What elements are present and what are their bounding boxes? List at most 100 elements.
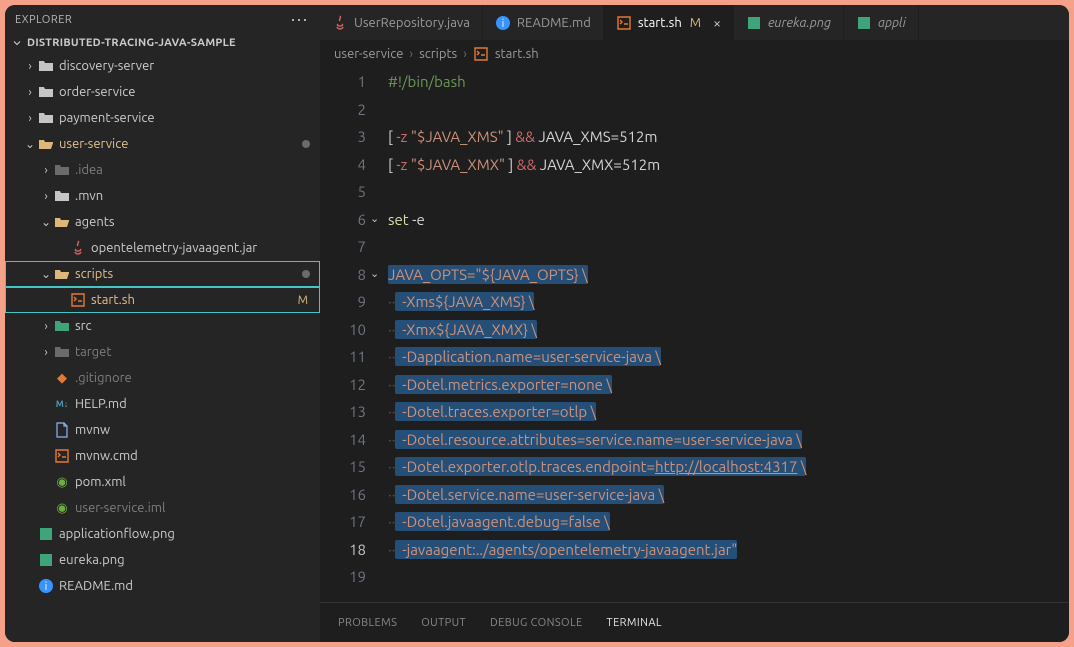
file-tree: › discovery-server › order-service › pay…: [5, 51, 320, 642]
tree-label: mvnw: [75, 423, 320, 437]
fold-icon[interactable]: ⌄: [370, 206, 379, 233]
explorer-title: EXPLORER: [15, 14, 72, 26]
bottom-panel-tabs: PROBLEMS OUTPUT DEBUG CONSOLE TERMINAL: [320, 602, 1069, 642]
jar-icon: [69, 240, 87, 256]
tree-file-start[interactable]: start.sh: [5, 287, 320, 313]
tree-label: HELP.md: [75, 397, 320, 411]
panel-tab-problems[interactable]: PROBLEMS: [338, 617, 397, 629]
folder-icon: [37, 110, 55, 126]
svg-text:i: i: [45, 581, 48, 593]
tree-file-iml[interactable]: ◉ user-service.iml: [5, 495, 320, 521]
tree-file-appflow[interactable]: applicationflow.png: [5, 521, 320, 547]
tree-label: agents: [75, 215, 320, 229]
tree-folder-user[interactable]: ⌄ user-service: [5, 131, 320, 157]
tree-folder-discovery[interactable]: › discovery-server: [5, 53, 320, 79]
folder-icon: [53, 162, 71, 178]
tab-eureka[interactable]: eureka.png: [734, 5, 844, 40]
shell-icon: [616, 15, 632, 31]
tree-label: README.md: [59, 579, 320, 593]
tree-file-gitignore[interactable]: ◆ .gitignore: [5, 365, 320, 391]
folder-open-icon: [53, 266, 71, 282]
tab-userrepo[interactable]: UserRepository.java: [320, 5, 483, 40]
tree-label: scripts: [75, 267, 302, 281]
tree-file-mvnwcmd[interactable]: mvnw.cmd: [5, 443, 320, 469]
project-name: DISTRIBUTED-TRACING-JAVA-SAMPLE: [27, 37, 236, 49]
crumb-segment[interactable]: scripts: [419, 47, 457, 61]
code-line: #!/bin/bash: [388, 73, 466, 90]
code-editor[interactable]: 1234567 891011121314 1516171819 #!/bin/b…: [320, 68, 1069, 602]
editor-tabs: UserRepository.java i README.md start.sh…: [320, 5, 1069, 40]
tree-folder-payment[interactable]: › payment-service: [5, 105, 320, 131]
tab-modified-badge: M: [690, 16, 701, 30]
markdown-icon: M↓: [53, 399, 71, 409]
tab-label: README.md: [517, 16, 591, 30]
iml-icon: ◉: [53, 501, 71, 516]
tree-folder-idea[interactable]: › .idea: [5, 157, 320, 183]
git-icon: ◆: [53, 371, 71, 386]
tree-file-help[interactable]: M↓ HELP.md: [5, 391, 320, 417]
fold-icon[interactable]: ⌄: [370, 261, 379, 288]
tree-label: src: [75, 319, 320, 333]
tree-label: .idea: [75, 163, 320, 177]
shell-icon: [69, 292, 87, 308]
shell-icon: [473, 46, 489, 62]
tab-readme[interactable]: i README.md: [483, 5, 604, 40]
folder-icon: [53, 344, 71, 360]
modified-dot-icon: [302, 140, 310, 148]
folder-open-icon: [37, 136, 55, 152]
tab-close-icon[interactable]: ×: [713, 15, 721, 31]
tree-file-pom[interactable]: ◉ pom.xml: [5, 469, 320, 495]
code-body[interactable]: #!/bin/bash [ -z "$JAVA_XMS" ] && JAVA_X…: [388, 68, 1069, 602]
tree-label: discovery-server: [59, 59, 320, 73]
tree-label: target: [75, 345, 320, 359]
tab-start[interactable]: start.sh M ×: [604, 5, 734, 40]
folder-icon: [37, 84, 55, 100]
folder-icon: [37, 58, 55, 74]
project-root[interactable]: DISTRIBUTED-TRACING-JAVA-SAMPLE: [5, 35, 320, 51]
java-icon: [332, 15, 348, 31]
panel-tab-debug[interactable]: DEBUG CONSOLE: [490, 617, 583, 629]
folder-icon: [53, 318, 71, 334]
tree-label: .mvn: [75, 189, 320, 203]
file-icon: [53, 422, 71, 438]
tree-label: opentelemetry-javaagent.jar: [91, 241, 320, 255]
modified-dot-icon: [302, 270, 310, 278]
folder-open-icon: [53, 214, 71, 230]
tree-folder-target[interactable]: › target: [5, 339, 320, 365]
crumb-segment[interactable]: user-service: [334, 47, 403, 61]
tree-label: order-service: [59, 85, 320, 99]
info-icon: i: [495, 15, 511, 31]
tree-folder-agents[interactable]: ⌄ agents: [5, 209, 320, 235]
tree-label: start.sh: [91, 293, 320, 307]
tree-label: eureka.png: [59, 553, 320, 567]
tree-file-mvnw[interactable]: mvnw: [5, 417, 320, 443]
tab-appli[interactable]: appli: [844, 5, 919, 40]
crumb-segment[interactable]: start.sh: [495, 47, 539, 61]
xml-icon: ◉: [53, 475, 71, 490]
tree-file-eureka[interactable]: eureka.png: [5, 547, 320, 573]
tree-folder-src[interactable]: › src: [5, 313, 320, 339]
breadcrumb[interactable]: user-service› scripts› start.sh: [320, 40, 1069, 68]
panel-tab-terminal[interactable]: TERMINAL: [607, 617, 662, 629]
tree-label: payment-service: [59, 111, 320, 125]
image-icon: [37, 552, 55, 568]
tab-label: appli: [878, 16, 906, 30]
tab-label: UserRepository.java: [354, 16, 470, 30]
image-icon: [746, 15, 762, 31]
tree-folder-scripts[interactable]: ⌄ scripts: [5, 261, 320, 287]
line-gutter: 1234567 891011121314 1516171819: [320, 68, 388, 602]
tab-label: eureka.png: [768, 16, 831, 30]
image-icon: [856, 15, 872, 31]
tree-folder-order[interactable]: › order-service: [5, 79, 320, 105]
tree-label: user-service.iml: [75, 501, 320, 515]
shell-icon: [53, 448, 71, 464]
tree-file-readme[interactable]: i README.md: [5, 573, 320, 599]
image-icon: [37, 526, 55, 542]
explorer-sidebar: EXPLORER ⋯ DISTRIBUTED-TRACING-JAVA-SAMP…: [5, 5, 320, 642]
tree-folder-mvn[interactable]: › .mvn: [5, 183, 320, 209]
info-icon: i: [37, 578, 55, 594]
tree-file-jar[interactable]: opentelemetry-javaagent.jar: [5, 235, 320, 261]
panel-tab-output[interactable]: OUTPUT: [421, 617, 466, 629]
svg-text:i: i: [502, 18, 505, 30]
folder-icon: [53, 188, 71, 204]
